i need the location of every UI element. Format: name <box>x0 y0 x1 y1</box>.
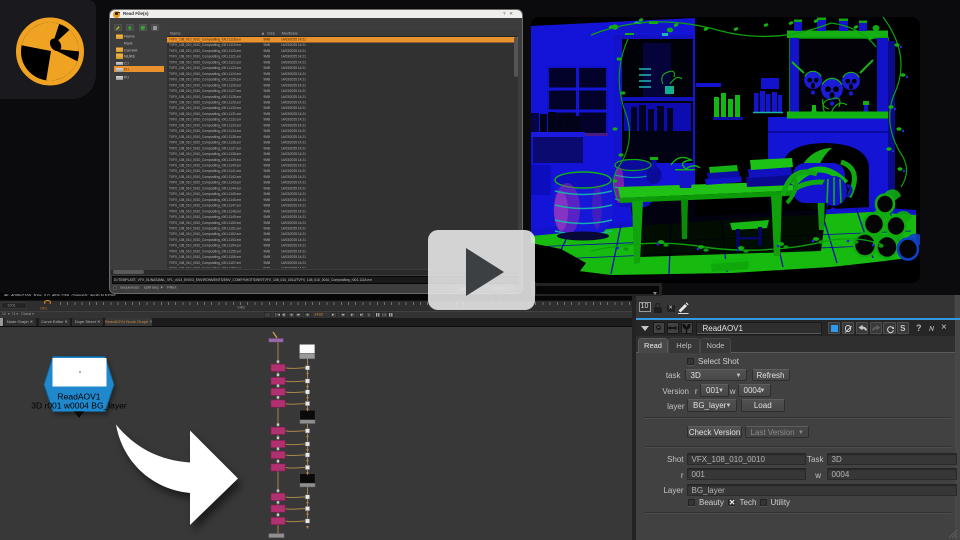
svg-text:3D r001 w0004 BG_layer: 3D r001 w0004 BG_layer <box>31 400 127 410</box>
